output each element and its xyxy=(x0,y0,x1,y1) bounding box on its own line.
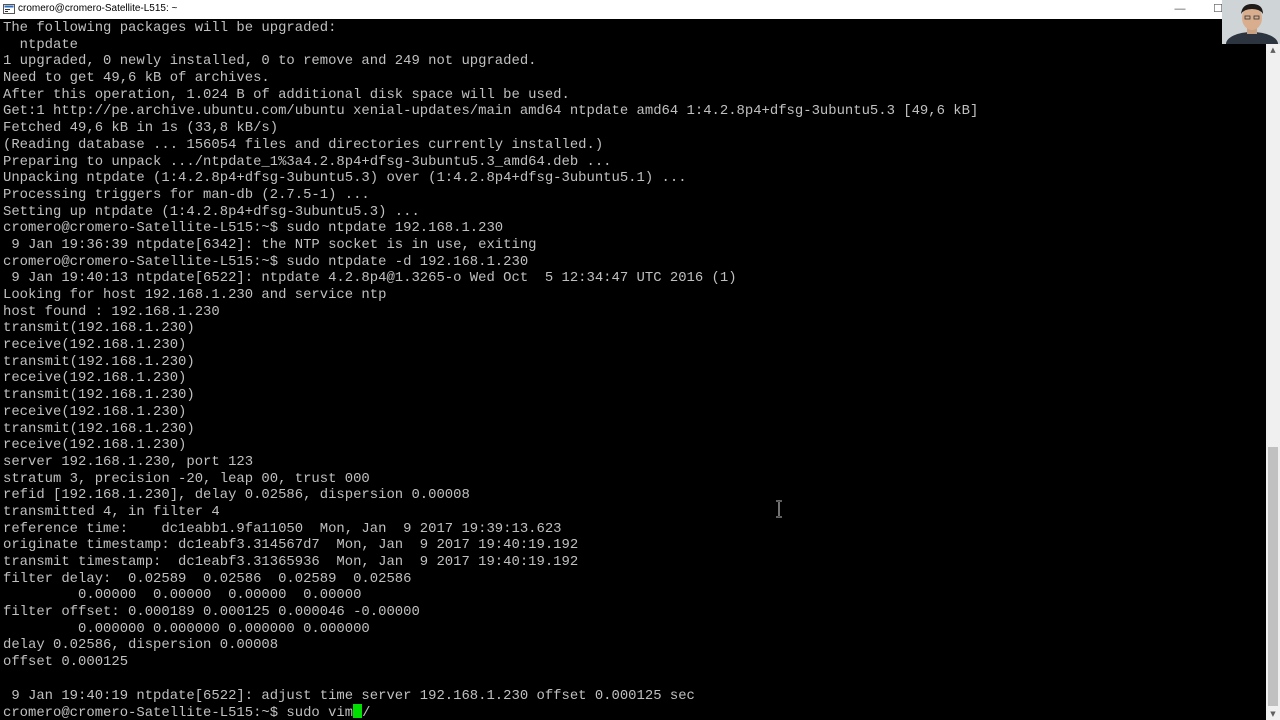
terminal-line: (Reading database ... 156054 files and d… xyxy=(3,136,604,153)
terminal-line: filter delay: 0.02589 0.02586 0.02589 0.… xyxy=(3,570,412,587)
terminal-line: stratum 3, precision -20, leap 00, trust… xyxy=(3,470,370,487)
terminal-line: transmitted 4, in filter 4 xyxy=(3,503,220,520)
terminal-line: 9 Jan 19:36:39 ntpdate[6342]: the NTP so… xyxy=(3,236,537,253)
minimize-button[interactable]: — xyxy=(1166,0,1194,19)
terminal-line: ntpdate xyxy=(3,36,79,53)
terminal-line: transmit timestamp: dc1eabf3.31365936 Mo… xyxy=(3,554,579,570)
window-titlebar[interactable]: cromero@cromero-Satellite-L515: ~ — ☐ xyxy=(0,0,1280,20)
terminal-output[interactable]: The following packages will be upgraded:… xyxy=(0,19,1266,720)
text-after-cursor: / xyxy=(362,705,371,720)
presenter-avatar xyxy=(1222,0,1280,44)
terminal-line: Processing triggers for man-db (2.7.5-1)… xyxy=(3,186,370,203)
terminal-line: Setting up ntpdate (1:4.2.8p4+dfsg-3ubun… xyxy=(3,203,420,220)
terminal-line: cromero@cromero-Satellite-L515:~$ sudo n… xyxy=(3,220,504,237)
text-cursor-icon xyxy=(776,500,782,518)
terminal-line: host found : 192.168.1.230 xyxy=(3,303,220,320)
shell-prompt: cromero@cromero-Satellite-L515:~$ xyxy=(3,705,287,720)
terminal-line: transmit(192.168.1.230) xyxy=(3,320,195,337)
terminal-line: transmit(192.168.1.230) xyxy=(3,387,195,404)
terminal-line: 0.00000 0.00000 0.00000 0.00000 xyxy=(3,587,362,604)
terminal-line: Need to get 49,6 kB of archives. xyxy=(3,70,270,87)
terminal-line: 1 upgraded, 0 newly installed, 0 to remo… xyxy=(3,53,537,70)
command-prompt-line[interactable]: cromero@cromero-Satellite-L515:~$ sudo v… xyxy=(3,704,978,720)
terminal-line: receive(192.168.1.230) xyxy=(3,403,187,420)
terminal-line: Preparing to unpack .../ntpdate_1%3a4.2.… xyxy=(3,153,612,170)
terminal-line: Fetched 49,6 kB in 1s (33,8 kB/s) xyxy=(3,120,279,137)
terminal-line: delay 0.02586, dispersion 0.00008 xyxy=(3,637,279,654)
terminal-line: reference time: dc1eabb1.9fa11050 Mon, J… xyxy=(3,520,562,537)
terminal-line: refid [192.168.1.230], delay 0.02586, di… xyxy=(3,487,470,504)
terminal-line: filter offset: 0.000189 0.000125 0.00004… xyxy=(3,604,420,621)
scrollbar-thumb[interactable] xyxy=(1268,447,1278,706)
terminal-line: originate timestamp: dc1eabf3.314567d7 M… xyxy=(3,537,579,554)
terminal-line: Get:1 http://pe.archive.ubuntu.com/ubunt… xyxy=(3,103,979,120)
terminal-app-icon xyxy=(3,4,15,14)
terminal-line: 9 Jan 19:40:13 ntpdate[6522]: ntpdate 4.… xyxy=(3,270,737,287)
terminal-line: server 192.168.1.230, port 123 xyxy=(3,453,254,470)
terminal-line: offset 0.000125 xyxy=(3,654,129,671)
terminal-line: 9 Jan 19:40:19 ntpdate[6522]: adjust tim… xyxy=(3,687,695,704)
vertical-scrollbar[interactable]: ▲ ▼ xyxy=(1266,44,1280,720)
terminal-line: 0.000000 0.000000 0.000000 0.000000 xyxy=(3,620,370,637)
scroll-down-arrow-icon[interactable]: ▼ xyxy=(1266,708,1280,720)
terminal-window: cromero@cromero-Satellite-L515: ~ — ☐ Th… xyxy=(0,0,1280,720)
terminal-line: After this operation, 1.024 B of additio… xyxy=(3,86,570,103)
terminal-line: receive(192.168.1.230) xyxy=(3,437,187,454)
terminal-lines: The following packages will be upgraded:… xyxy=(3,20,978,720)
terminal-line: Unpacking ntpdate (1:4.2.8p4+dfsg-3ubunt… xyxy=(3,170,687,187)
terminal-line: Looking for host 192.168.1.230 and servi… xyxy=(3,287,387,303)
window-title: cromero@cromero-Satellite-L515: ~ xyxy=(18,3,178,14)
terminal-line: The following packages will be upgraded: xyxy=(3,20,337,36)
terminal-line: transmit(192.168.1.230) xyxy=(3,420,195,437)
terminal-line: receive(192.168.1.230) xyxy=(3,370,187,387)
terminal-line: transmit(192.168.1.230) xyxy=(3,353,195,370)
terminal-line: receive(192.168.1.230) xyxy=(3,337,187,354)
typed-command[interactable]: sudo vim xyxy=(286,705,353,720)
webcam-overlay xyxy=(1222,0,1280,44)
terminal-line: cromero@cromero-Satellite-L515:~$ sudo n… xyxy=(3,253,529,270)
terminal-cursor xyxy=(353,704,363,719)
scroll-up-arrow-icon[interactable]: ▲ xyxy=(1266,44,1280,56)
